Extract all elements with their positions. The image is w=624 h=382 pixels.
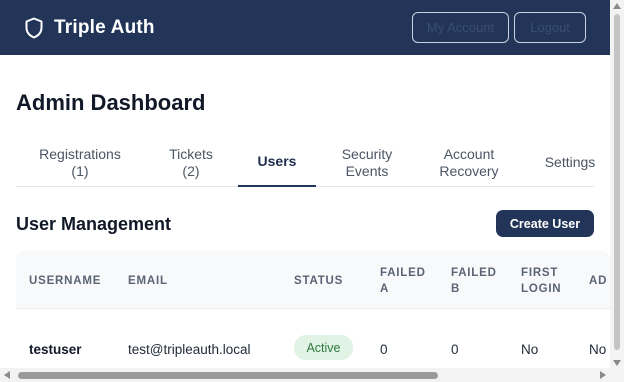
- vertical-scroll-thumb[interactable]: [614, 14, 620, 350]
- admin-tabs: Registrations (1) Tickets (2) Users Secu…: [16, 138, 595, 187]
- tab-tickets[interactable]: Tickets (2): [144, 138, 238, 187]
- cell-admin: No: [589, 342, 607, 357]
- brand-name: Triple Auth: [54, 16, 155, 38]
- tab-label: Tickets (2): [169, 145, 213, 179]
- vertical-scrollbar[interactable]: [610, 0, 624, 370]
- tab-label: Account Recovery: [439, 145, 499, 179]
- tab-label: Settings: [544, 154, 596, 170]
- cell-failed-a: 0: [380, 342, 388, 357]
- tab-account-recovery[interactable]: Account Recovery: [418, 138, 520, 187]
- column-header-first-login[interactable]: FIRST LOGIN: [521, 265, 561, 297]
- users-table: USERNAME EMAIL STATUS FAILED A FAILED B …: [16, 251, 610, 368]
- logout-button[interactable]: Logout: [514, 12, 586, 43]
- scroll-right-icon[interactable]: [600, 371, 606, 379]
- horizontal-scrollbar[interactable]: [0, 368, 610, 382]
- scroll-up-icon[interactable]: [613, 3, 621, 9]
- tab-registrations[interactable]: Registrations (1): [16, 138, 144, 187]
- shield-icon: [25, 17, 43, 38]
- cell-first-login: No: [521, 342, 539, 357]
- scrollbar-corner: [610, 368, 624, 382]
- column-header-username[interactable]: USERNAME: [29, 273, 101, 289]
- viewport: Triple Auth My Account Logout Admin Dash…: [0, 0, 624, 382]
- brand[interactable]: Triple Auth: [24, 17, 155, 39]
- scroll-down-icon[interactable]: [613, 360, 621, 366]
- create-user-button[interactable]: Create User: [496, 210, 594, 237]
- tab-settings[interactable]: Settings: [520, 138, 620, 187]
- column-header-failed-a[interactable]: FAILED A: [380, 265, 426, 297]
- top-navbar: Triple Auth My Account Logout: [0, 0, 610, 55]
- page-title: Admin Dashboard: [16, 90, 206, 115]
- cell-failed-b: 0: [451, 342, 459, 357]
- column-header-email[interactable]: EMAIL: [128, 273, 168, 289]
- tab-label: Registrations (1): [39, 145, 121, 179]
- cell-email: test@tripleauth.local: [128, 342, 251, 357]
- cell-username: testuser: [29, 342, 82, 357]
- horizontal-scroll-thumb[interactable]: [18, 372, 438, 379]
- tab-label: Users: [257, 153, 297, 169]
- my-account-button[interactable]: My Account: [412, 12, 509, 43]
- scroll-left-icon[interactable]: [4, 371, 10, 379]
- tab-label: Security Events: [341, 145, 393, 179]
- section-title: User Management: [16, 214, 172, 234]
- tab-users[interactable]: Users: [238, 138, 316, 187]
- column-header-status[interactable]: STATUS: [294, 273, 343, 289]
- column-header-failed-b[interactable]: FAILED B: [451, 265, 497, 297]
- tab-security-events[interactable]: Security Events: [316, 138, 418, 187]
- status-badge: Active: [294, 335, 353, 360]
- column-header-admin[interactable]: AD: [589, 273, 607, 289]
- table-header: USERNAME EMAIL STATUS FAILED A FAILED B …: [16, 251, 610, 309]
